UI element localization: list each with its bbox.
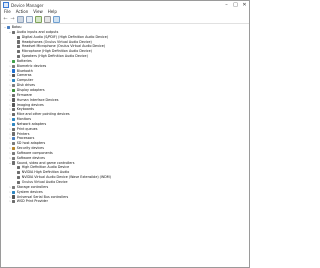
chip-icon — [12, 137, 16, 141]
computer-icon — [7, 25, 11, 30]
chip-icon — [12, 93, 16, 97]
sd-card-icon — [12, 142, 16, 146]
storage-icon — [12, 185, 16, 189]
properties-icon[interactable] — [17, 15, 24, 23]
network-icon — [12, 122, 16, 126]
speaker-icon — [17, 35, 21, 39]
toolbar: ← → — [1, 15, 249, 24]
hid-icon — [12, 98, 16, 102]
window-title: Device Manager — [11, 2, 44, 8]
speaker-icon — [17, 166, 21, 170]
device-manager-icon — [3, 2, 9, 8]
scan-icon[interactable] — [44, 15, 51, 23]
puzzle-icon — [12, 151, 16, 155]
microphone-icon — [17, 50, 21, 54]
menu-view[interactable]: View — [33, 9, 43, 15]
speaker-icon — [17, 175, 21, 180]
puzzle-icon — [12, 156, 16, 160]
speaker-icon — [17, 54, 21, 59]
tree-item[interactable]: › WSD Print Provider — [3, 199, 247, 204]
microphone-icon — [17, 45, 21, 49]
speaker-icon — [17, 180, 21, 185]
camera-icon — [12, 103, 16, 107]
title-bar: Device Manager – □ ✕ — [1, 1, 249, 9]
battery-icon — [12, 59, 16, 63]
shield-icon — [12, 146, 16, 151]
printer-icon — [12, 127, 16, 131]
keyboard-icon — [12, 108, 16, 112]
device-manager-window: Device Manager – □ ✕ File Action View He… — [0, 0, 250, 268]
disk-icon — [12, 83, 16, 88]
device-tree: ⌄ Batou ⌄ Audio inputs and outputs Digital A… — [3, 25, 247, 265]
minimize-button[interactable]: – — [222, 1, 231, 9]
forward-arrow-icon[interactable]: → — [10, 16, 15, 22]
monitor-icon[interactable] — [53, 15, 60, 23]
menu-file[interactable]: File — [4, 9, 11, 15]
menu-action[interactable]: Action — [16, 9, 29, 15]
speaker-icon — [17, 40, 21, 44]
mouse-icon — [12, 113, 16, 117]
bluetooth-icon — [12, 69, 16, 73]
fingerprint-icon — [12, 64, 16, 68]
speaker-icon — [17, 171, 21, 175]
speaker-icon — [12, 30, 16, 34]
maximize-button[interactable]: □ — [231, 1, 240, 9]
speaker-icon — [12, 161, 16, 165]
display-icon — [12, 88, 16, 92]
back-arrow-icon[interactable]: ← — [3, 16, 8, 22]
printer-icon — [12, 132, 16, 136]
computer-icon — [12, 79, 16, 83]
window-controls: – □ ✕ — [222, 1, 249, 9]
close-button[interactable]: ✕ — [240, 1, 249, 9]
printer-icon — [12, 200, 16, 204]
help-icon[interactable] — [26, 15, 33, 23]
computer-icon — [12, 190, 16, 194]
monitor-icon — [12, 117, 16, 122]
menu-help[interactable]: Help — [48, 9, 57, 15]
usb-icon — [12, 195, 16, 199]
update-driver-icon[interactable] — [35, 15, 42, 23]
camera-icon — [12, 74, 16, 78]
tree-item-label: WSD Print Provider — [16, 199, 48, 204]
